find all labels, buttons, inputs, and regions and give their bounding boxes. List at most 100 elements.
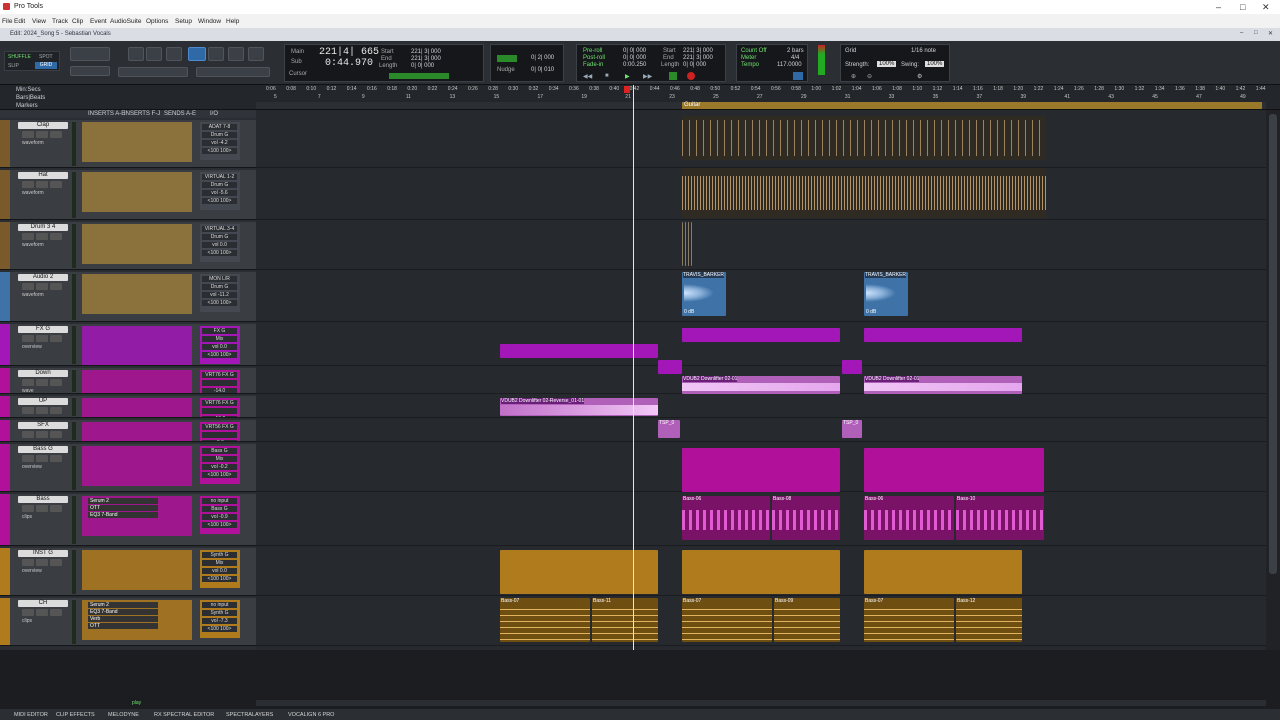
track-lane[interactable] [256,396,1266,418]
io-panel[interactable]: ADAT 7-8 Drum G vol -4.2 <100 100> [200,122,240,160]
fxg-overview-clip-4[interactable] [658,360,682,374]
pan-field[interactable]: <100 100> [202,352,237,358]
nudge-value[interactable]: 0| 0| 010 [531,67,554,73]
transport-end-value[interactable]: 221| 3| 000 [683,55,713,61]
menu-event[interactable]: Event [90,18,107,25]
inserts-sends-panel[interactable] [82,446,192,486]
track-header-inst-g[interactable]: INST G overview Synth G Mix vol 0.0 <100 100> [0,548,256,596]
track-header-drum-3-4[interactable]: Drum 3 4 waveform VIRTUAL 3-4 Drum G vol 0.0… [0,222,256,270]
pan-field[interactable]: <100 100> [202,626,237,632]
input-selector[interactable]: VRT56 FX G [202,424,237,430]
scrollbar-thumb[interactable] [1269,114,1277,574]
track-lane[interactable] [256,420,1266,442]
volume-field[interactable]: -16.2 [202,416,237,417]
volume-field[interactable]: vol 0.0 [202,568,237,574]
output-selector[interactable]: Drum G [202,284,237,290]
menu-help[interactable]: Help [226,18,239,25]
postroll-label[interactable]: Post-roll [583,55,605,61]
input-selector[interactable]: ADAT 7-8 [202,124,237,130]
track-header-audio-2[interactable]: Audio 2 waveform MON L/R Drum G vol -11.2 <10… [0,272,256,322]
inserts-sends-panel[interactable] [82,422,192,441]
track-view-selector[interactable]: wave [22,388,34,393]
fxg-overview-clip-5[interactable] [842,360,862,374]
menu-track[interactable]: Track [52,18,68,25]
start-value[interactable]: 221| 3| 000 [411,49,441,55]
pan-field[interactable]: <100 100> [202,472,237,478]
scrubber-tool-icon[interactable] [208,47,224,61]
solo-button[interactable] [36,335,48,342]
output-selector[interactable] [202,380,237,386]
volume-field[interactable]: vol -0.9 [202,514,237,520]
solo-button[interactable] [36,233,48,240]
input-selector[interactable]: Synth G [202,552,237,558]
output-selector[interactable]: Drum G [202,234,237,240]
track-header-clap[interactable]: Clap waveform ADAT 7-8 Drum G vol -4.2 <100 1… [0,120,256,168]
pan-field[interactable]: <100 100> [202,576,237,582]
output-selector[interactable]: Bass G [202,506,237,512]
solo-button[interactable] [36,455,48,462]
track-header-down[interactable]: Down wave VRT76 FX G-14.0P [0,368,256,394]
track-name[interactable]: Down [18,370,68,377]
drum34-clip[interactable] [682,222,692,266]
fxg-overview-clip-1[interactable] [500,344,658,358]
track-header-bass[interactable]: Bass clips no input Bass G vol -0.9 <100 100>… [0,494,256,546]
ch-clip-5[interactable]: Bass-07 [864,598,954,642]
io-panel[interactable]: no input Synth G vol -7.3 <100 100> [200,600,240,638]
end-value[interactable]: 221| 3| 000 [411,56,441,62]
mute-button[interactable] [50,335,62,342]
bars-ruler[interactable]: 5 7 9 11 13 15 17 19 21 23 25 27 29 31 33 35 37 39 41 43 45 4… [256,94,1266,102]
volume-field[interactable]: vol -4.2 [202,140,237,146]
volume-field[interactable]: -3.3 [202,440,237,441]
shuffle-mode-button[interactable]: SHUFFLE [8,54,31,60]
track-view-selector[interactable]: overview [22,464,42,470]
solo-button[interactable] [36,407,48,414]
minsecs-ruler[interactable]: 0:06 0:08 0:10 0:12 0:14 0:16 0:18 0:20 0:22 0:24… [256,86,1266,94]
track-header-ch[interactable]: CH clips no input Synth G vol -7.3 <100 100> S… [0,598,256,646]
ch-clip-2[interactable]: Bass-11 [592,598,658,642]
meter-value[interactable]: 4/4 [791,55,799,61]
output-selector[interactable]: Drum G [202,132,237,138]
pan-field[interactable]: <100 100> [202,198,237,204]
record-arm-button[interactable] [22,335,34,342]
sub-counter[interactable]: 0:44.970 [325,58,373,69]
slip-mode-button[interactable]: SLIP [8,63,19,69]
inserts-sends-panel[interactable] [82,122,192,162]
conductor-button[interactable] [793,72,803,80]
tempo-label[interactable]: Tempo [741,62,759,68]
edit-window-timeline[interactable]: TRAVIS_BARKER 0 dB TRAVIS_BARKER 0 dB VD… [256,110,1266,650]
pan-field[interactable]: <100 100> [202,522,237,528]
volume-field[interactable]: vol -0.2 [202,464,237,470]
insert-slot[interactable]: Serum 2 [88,498,158,504]
track-lane[interactable] [256,272,1266,322]
solo-button[interactable] [36,609,48,616]
insert-slot[interactable]: Serum 2 [88,602,158,608]
bass-clip-1[interactable]: Bass-06 [682,496,770,540]
link-toggles[interactable] [196,67,270,77]
track-name[interactable]: INST G [18,550,68,557]
markers-ruler[interactable]: Guitar [256,102,1266,109]
instg-overview-clip-3[interactable] [864,550,1022,594]
down-clip-1[interactable]: VDUB2 Downlifter 02-01 [682,376,840,394]
grabber-tool-icon[interactable] [188,47,206,61]
input-selector[interactable]: VRT76 FX G [202,400,237,406]
tab-melodyne[interactable]: MELODYNE [108,712,139,718]
bass-clip-4[interactable]: Bass-10 [956,496,1044,540]
input-selector[interactable]: no input [202,602,237,608]
track-header-bass-g[interactable]: Bass G overview Bass G Mix vol -0.2 <100 100> [0,444,256,492]
menu-edit[interactable]: Edit [14,18,25,25]
track-name[interactable]: FX G [18,326,68,333]
horizontal-scrollbar[interactable] [256,700,1266,706]
fadein-label[interactable]: Fade-in [583,62,603,68]
volume-field[interactable]: vol 0.0 [202,242,237,248]
record-arm-button[interactable] [22,283,34,290]
mute-button[interactable] [50,131,62,138]
output-selector[interactable]: Mix [202,560,237,566]
maximize-icon[interactable]: □ [1240,2,1245,12]
track-header-sfx[interactable]: SFXwaveVRT56 FX G-3.3P [0,420,256,442]
solo-button[interactable] [36,379,48,386]
track-name[interactable]: Clap [18,122,68,129]
smart-tool-icon[interactable] [248,47,264,61]
meter-label[interactable]: Meter [741,55,756,61]
tempo-value[interactable]: 117.0000 [777,62,802,68]
io-panel[interactable]: VRT76 FX G-14.0P [200,370,240,393]
